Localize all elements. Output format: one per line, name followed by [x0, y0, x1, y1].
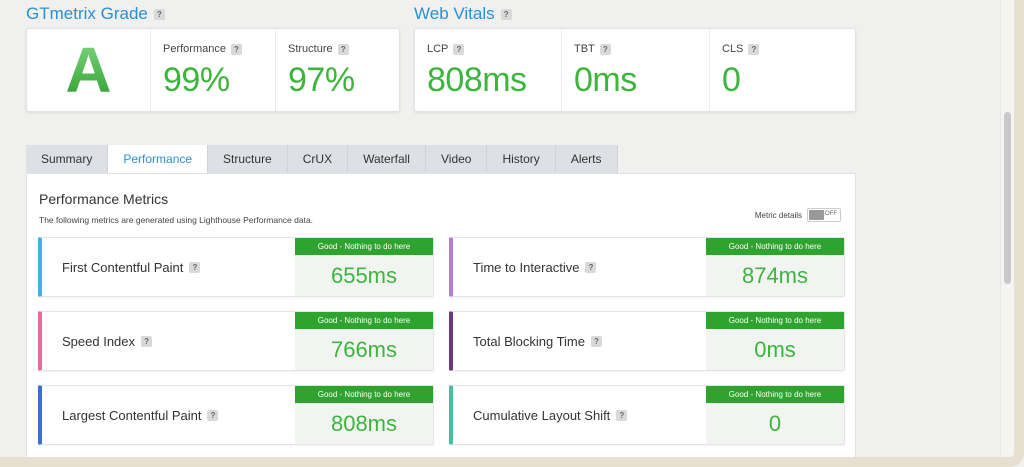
help-icon[interactable]: ?	[189, 262, 201, 273]
metric-card-cls: Cumulative Layout Shift? Good - Nothing …	[449, 385, 845, 445]
structure-cell: Structure? 97%	[276, 29, 399, 111]
help-icon[interactable]: ?	[230, 43, 242, 55]
panel-subtitle: The following metrics are generated usin…	[39, 215, 314, 225]
performance-value: 99%	[163, 61, 230, 99]
metric-value: 874ms	[741, 263, 809, 288]
tab-alerts[interactable]: Alerts	[555, 145, 618, 173]
status-badge: Good - Nothing to do here	[706, 238, 844, 255]
status-badge: Good - Nothing to do here	[295, 238, 433, 255]
help-icon[interactable]: ?	[141, 336, 153, 347]
performance-cell: Performance? 99%	[151, 29, 276, 111]
metric-value: 808ms	[330, 411, 398, 436]
metric-card-tbt: Total Blocking Time? Good - Nothing to d…	[449, 311, 845, 371]
grade-section-title: GTmetrix Grade ?	[26, 4, 165, 24]
metric-value: 0ms	[754, 337, 796, 362]
structure-value: 97%	[288, 61, 355, 99]
help-icon[interactable]: ?	[591, 336, 602, 347]
tab-summary[interactable]: Summary	[26, 145, 109, 173]
tbt-cell: TBT? 0ms	[562, 29, 710, 111]
tab-video[interactable]: Video	[425, 145, 488, 173]
metric-result: Good - Nothing to do here 0ms	[706, 312, 844, 370]
metric-card-fcp: First Contentful Paint? Good - Nothing t…	[38, 237, 434, 297]
grade-cell: A	[27, 29, 151, 111]
help-icon[interactable]: ?	[599, 43, 611, 55]
help-icon[interactable]: ?	[585, 262, 597, 273]
metric-result: Good - Nothing to do here 874ms	[706, 238, 844, 296]
metric-details-control: Metric details OFF	[755, 208, 841, 222]
metric-result: Good - Nothing to do here 766ms	[295, 312, 433, 370]
tab-structure[interactable]: Structure	[208, 145, 288, 173]
grade-letter: A	[65, 34, 112, 106]
status-badge: Good - Nothing to do here	[706, 386, 844, 403]
vertical-scrollbar[interactable]	[1000, 0, 1014, 457]
metric-value: 0	[768, 411, 782, 436]
grade-card: A Performance? 99% Structure? 97%	[26, 28, 400, 112]
help-icon[interactable]: ?	[153, 8, 165, 20]
help-icon[interactable]: ?	[616, 410, 628, 421]
status-badge: Good - Nothing to do here	[706, 312, 844, 329]
status-badge: Good - Nothing to do here	[295, 312, 433, 329]
tab-crux[interactable]: CrUX	[287, 145, 349, 173]
page: GTmetrix Grade ? A Performance? 99% Stru…	[0, 0, 1014, 457]
tbt-value: 0ms	[574, 61, 637, 99]
metric-card-si: Speed Index? Good - Nothing to do here 7…	[38, 311, 434, 371]
panel-title: Performance Metrics	[39, 191, 169, 207]
tab-performance[interactable]: Performance	[108, 145, 209, 173]
metric-result: Good - Nothing to do here 655ms	[295, 238, 433, 296]
metric-card-lcp: Largest Contentful Paint? Good - Nothing…	[38, 385, 434, 445]
tab-waterfall[interactable]: Waterfall	[348, 145, 426, 173]
cls-cell: CLS? 0	[710, 29, 855, 111]
help-icon[interactable]: ?	[500, 8, 512, 20]
metric-value: 655ms	[330, 263, 398, 288]
metric-result: Good - Nothing to do here 0	[706, 386, 844, 444]
status-badge: Good - Nothing to do here	[295, 386, 433, 403]
metric-result: Good - Nothing to do here 808ms	[295, 386, 433, 444]
help-icon[interactable]: ?	[748, 43, 760, 55]
cls-value: 0	[722, 61, 741, 99]
vitals-card: LCP? 808ms TBT? 0ms CLS? 0	[414, 28, 856, 112]
tab-history[interactable]: History	[487, 145, 556, 173]
metric-card-tti: Time to Interactive? Good - Nothing to d…	[449, 237, 845, 297]
vitals-section-title: Web Vitals ?	[414, 4, 512, 24]
help-icon[interactable]: ?	[453, 43, 465, 55]
help-icon[interactable]: ?	[337, 43, 349, 55]
lcp-cell: LCP? 808ms	[415, 29, 562, 111]
metric-value: 766ms	[330, 337, 398, 362]
scrollbar-thumb[interactable]	[1004, 112, 1011, 284]
report-tabs: Summary Performance Structure CrUX Water…	[26, 145, 618, 173]
help-icon[interactable]: ?	[207, 410, 219, 421]
lcp-value: 808ms	[427, 61, 527, 99]
performance-panel: Performance Metrics The following metric…	[26, 173, 856, 457]
metric-details-toggle[interactable]: OFF	[807, 208, 841, 222]
toggle-knob	[809, 210, 824, 220]
